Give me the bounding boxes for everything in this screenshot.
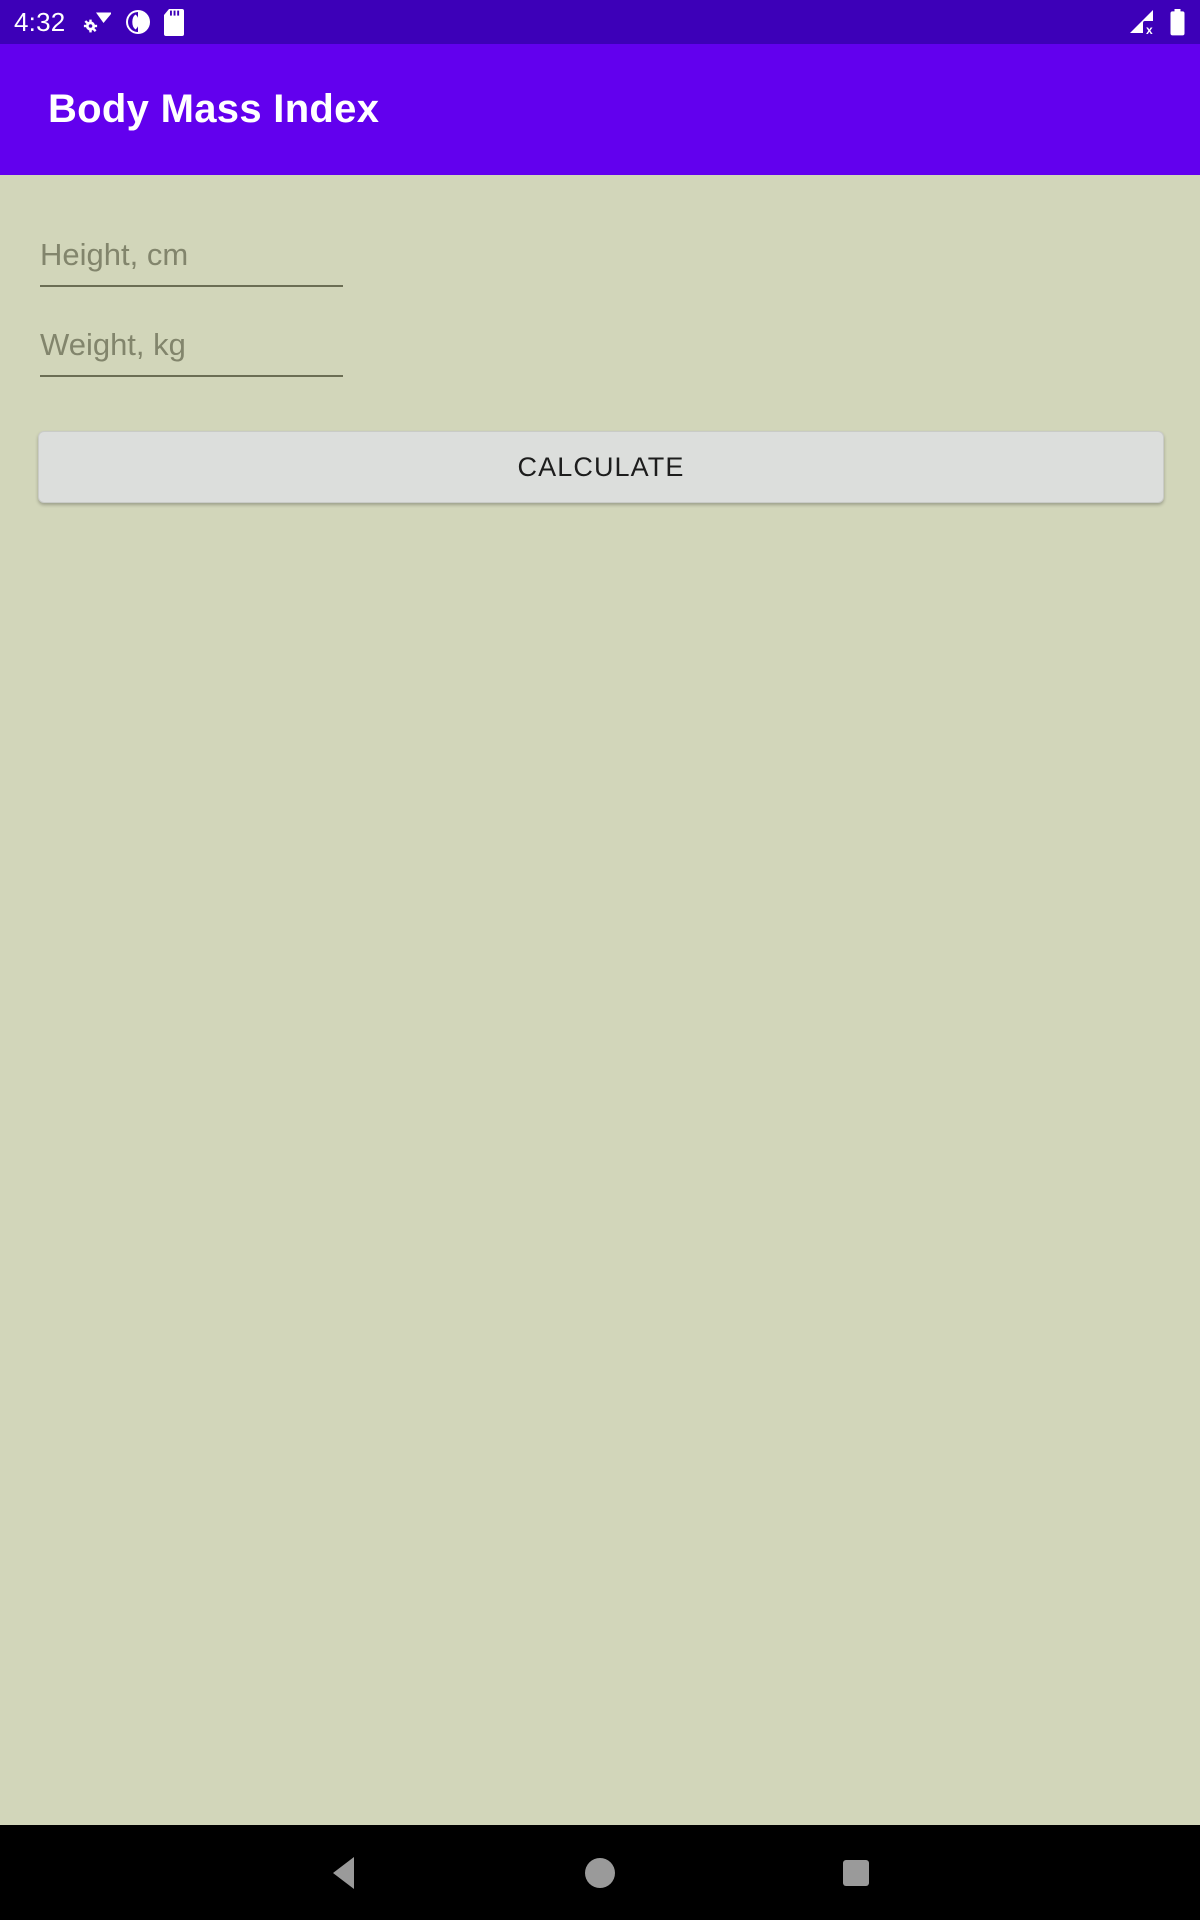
status-bar: 4:32 x xyxy=(0,0,1200,44)
status-bar-left-icons xyxy=(83,8,185,36)
svg-text:x: x xyxy=(1146,23,1153,35)
app-bar: Body Mass Index xyxy=(0,44,1200,175)
phone-screen: 4:32 x Body Mass Index Height, cm Weight… xyxy=(0,0,1200,1920)
calculate-button[interactable]: CALCULATE xyxy=(38,431,1164,503)
battery-icon xyxy=(1169,8,1186,36)
cellular-signal-off-icon: x xyxy=(1129,9,1159,35)
status-bar-right-icons: x xyxy=(1129,8,1186,36)
main-content: CALCULATE xyxy=(0,175,1200,1825)
home-button[interactable] xyxy=(540,1825,660,1920)
height-input[interactable] xyxy=(40,231,343,287)
back-button[interactable] xyxy=(283,1825,403,1920)
sd-card-icon xyxy=(163,8,185,36)
weight-input[interactable] xyxy=(40,321,343,377)
recents-button[interactable] xyxy=(796,1825,916,1920)
do-not-disturb-icon xyxy=(125,9,151,35)
page-title: Body Mass Index xyxy=(48,87,380,131)
navigation-bar xyxy=(0,1825,1200,1920)
status-bar-clock: 4:32 xyxy=(14,7,66,37)
triangle-left-icon xyxy=(332,1856,354,1889)
circle-icon xyxy=(585,1857,615,1888)
wifi-settings-icon xyxy=(83,10,113,34)
square-icon xyxy=(843,1859,869,1886)
